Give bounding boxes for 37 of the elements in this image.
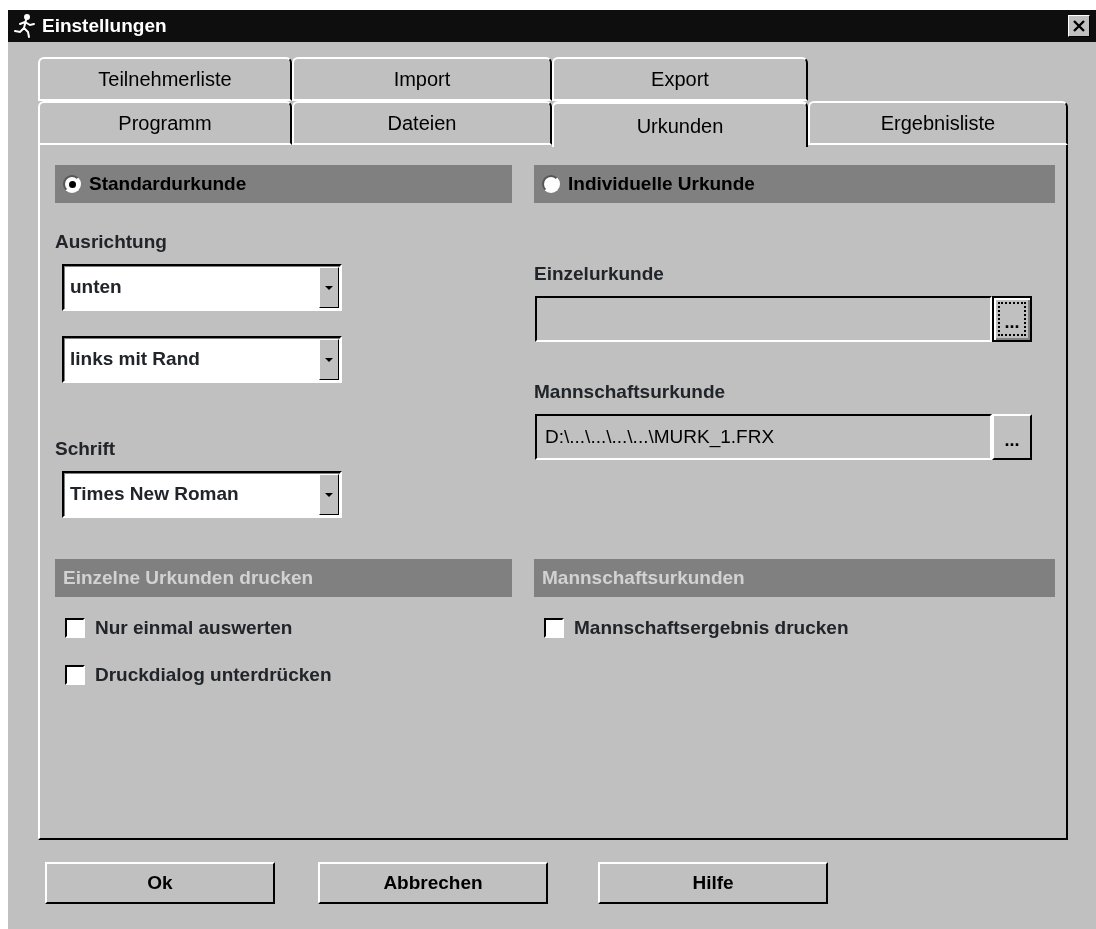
dialog-button[interactable]: Ok — [45, 862, 275, 904]
close-button[interactable] — [1068, 15, 1090, 37]
tab[interactable]: Teilnehmerliste — [38, 57, 292, 101]
dropdown[interactable]: links mit Rand — [62, 336, 342, 383]
tab[interactable]: Export — [552, 57, 808, 101]
radio-label: Standardurkunde — [89, 171, 247, 196]
field-label: Mannschaftsurkunde — [534, 380, 727, 404]
section-title: Mannschaftsurkunden — [542, 565, 745, 590]
checkbox-label: Druckdialog unterdrücken — [95, 662, 332, 687]
tab[interactable]: Urkunden — [552, 101, 808, 147]
file-path-field[interactable] — [535, 296, 992, 342]
runner-icon — [14, 14, 36, 38]
radio-button[interactable] — [63, 175, 81, 193]
tab[interactable]: Dateien — [292, 101, 552, 145]
field-label: Schrift — [55, 437, 117, 461]
dropdown[interactable]: Times New Roman — [62, 471, 342, 518]
caret-icon — [325, 492, 333, 497]
caret-icon — [325, 285, 333, 290]
tab[interactable]: Programm — [38, 101, 292, 145]
radio-button[interactable] — [542, 175, 560, 193]
window-title: Einstellungen — [42, 13, 167, 38]
browse-button[interactable]: ... — [992, 414, 1032, 460]
checkbox-label: Mannschaftsergebnis drucken — [574, 615, 849, 640]
close-icon — [1072, 19, 1086, 33]
dialog-button[interactable]: Hilfe — [598, 862, 828, 904]
file-path-field[interactable]: D:\...\...\...\...\MURK_1.FRX — [535, 414, 992, 460]
checkbox-label: Nur einmal auswerten — [95, 615, 293, 640]
radio-label: Individuelle Urkunde — [568, 171, 755, 196]
tab[interactable]: Ergebnisliste — [808, 101, 1068, 145]
section-title: Einzelne Urkunden drucken — [63, 565, 314, 590]
browse-button[interactable]: ... — [992, 296, 1032, 342]
dropdown[interactable]: unten — [62, 264, 342, 311]
caret-icon — [325, 357, 333, 362]
field-label: Einzelurkunde — [534, 262, 665, 286]
dialog-button[interactable]: Abbrechen — [318, 862, 548, 904]
field-label: Ausrichtung — [55, 230, 168, 254]
tab[interactable]: Import — [292, 57, 552, 101]
